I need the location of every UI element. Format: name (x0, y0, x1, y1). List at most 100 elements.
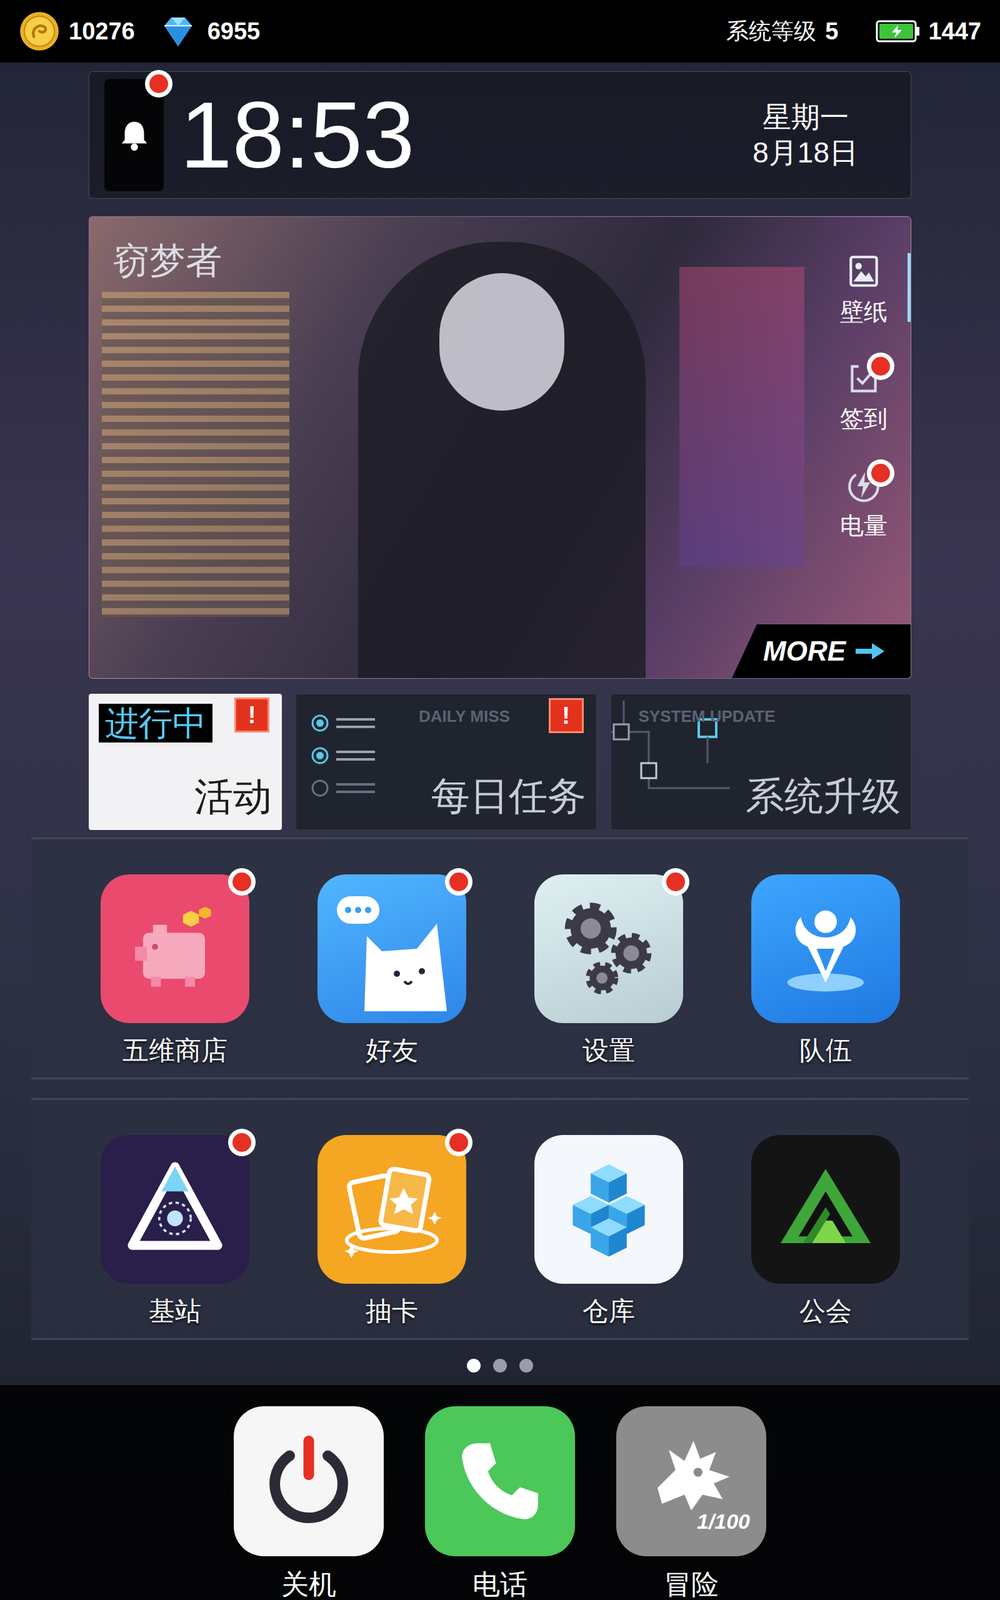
adventure-app-icon: 1/100 (616, 1406, 767, 1557)
notification-badge (228, 1128, 256, 1157)
notification-button[interactable] (104, 78, 164, 192)
gacha-icon (332, 1150, 452, 1269)
status-right: 系统等级5 1447 (726, 13, 982, 50)
settings-app-icon (534, 874, 684, 1024)
wallpaper-icon (844, 251, 884, 291)
badge-dot (232, 1133, 252, 1152)
neon-building (679, 266, 805, 567)
gacha-app-icon (317, 1135, 467, 1284)
shop-app[interactable]: 五维商店 (66, 874, 284, 1070)
guild-app[interactable]: 公会 (716, 1135, 934, 1331)
app-shelf: 基站 抽卡 仓库 公会 (31, 1098, 969, 1340)
tile-caption: SYSTEM UPDATE (621, 704, 776, 729)
app-shelves: 五维商店 好友 设置 队伍基站 抽卡 仓库 公会 (0, 837, 1000, 1340)
team-app[interactable]: 队伍 (716, 874, 934, 1070)
wallpaper-card[interactable]: 窃梦者壁纸签到电量 MORE (88, 216, 912, 679)
tile-label: 活动 (194, 773, 272, 820)
selected-indicator (907, 360, 911, 429)
wallpaper-title: 窃梦者 (113, 233, 222, 288)
page-dot[interactable] (466, 1358, 481, 1373)
dock: 关机 电话 1/100冒险 (0, 1385, 1000, 1600)
bell-icon (116, 116, 153, 154)
shop-icon (125, 898, 225, 999)
gacha-app[interactable]: 抽卡 (283, 1135, 500, 1331)
more-label: MORE (763, 630, 846, 672)
page-indicator (0, 1358, 1000, 1373)
upper-section: 18:53星期一8月18日窃梦者壁纸签到电量MORE进行中活动!DAILY MI… (0, 62, 1000, 830)
notification-badge (445, 868, 473, 896)
checkin-button[interactable]: 签到 (816, 355, 911, 441)
storage-app-icon (534, 1135, 684, 1284)
tile-label: 每日任务 (431, 773, 587, 820)
more-button[interactable]: MORE (731, 624, 911, 679)
coin-icon (18, 10, 60, 52)
notification-badge (866, 459, 895, 487)
dock-label: 关机 (281, 1563, 337, 1600)
friends-app-icon (317, 874, 467, 1024)
tile-label: 系统升级 (745, 773, 901, 820)
energy-button[interactable]: 电量 (816, 461, 911, 548)
energy-count: 1447 (928, 13, 982, 50)
app-label: 仓库 (582, 1291, 635, 1331)
storage-app[interactable]: 仓库 (500, 1135, 717, 1331)
app-label: 公会 (799, 1291, 852, 1331)
phone-app[interactable]: 电话 (425, 1406, 575, 1600)
app-label: 抽卡 (365, 1291, 419, 1331)
app-label: 队伍 (799, 1030, 852, 1070)
gem-count: 6955 (207, 13, 261, 50)
notification-badge (145, 70, 173, 98)
badge-dot (149, 74, 169, 94)
power-app[interactable]: 关机 (233, 1406, 384, 1600)
event-tile[interactable]: 进行中活动! (88, 693, 282, 830)
status-tag: 进行中 (98, 703, 213, 743)
app-label: 设置 (582, 1030, 635, 1070)
home-screen: 102766955系统等级5144718:53星期一8月18日窃梦者壁纸签到电量… (0, 0, 1000, 1600)
friends-app[interactable]: 好友 (283, 874, 500, 1070)
wallpaper-icon-wrap (844, 251, 884, 291)
page-dot[interactable] (519, 1358, 534, 1373)
tile-caption: DAILY MISS (306, 704, 510, 729)
guild-app-icon (751, 1135, 900, 1284)
settings-app[interactable]: 设置 (500, 874, 717, 1070)
badge-dot (449, 872, 469, 892)
base-app[interactable]: 基站 (66, 1135, 284, 1331)
level-label: 系统等级 (726, 14, 817, 49)
diamond-icon (157, 10, 199, 52)
power-app-icon (233, 1406, 384, 1557)
action-label: 壁纸 (840, 294, 888, 330)
tile-top: SYSTEM UPDATE (621, 704, 902, 742)
base-app-icon (100, 1135, 250, 1284)
adventure-app[interactable]: 1/100冒险 (616, 1406, 767, 1600)
weekday: 星期一 (762, 99, 849, 136)
storage-icon (552, 1153, 665, 1266)
team-icon (769, 892, 882, 1005)
wallpaper-image (89, 216, 911, 679)
guild-icon (769, 1153, 882, 1266)
daily-tile[interactable]: DAILY MISS每日任务! (295, 693, 597, 830)
notification-badge (228, 868, 256, 896)
notification-badge (866, 352, 895, 380)
energy-icon-wrap (844, 465, 884, 505)
app-label: 基站 (148, 1291, 202, 1331)
power-icon (255, 1428, 362, 1535)
wallpaper-button[interactable]: 壁纸 (816, 248, 911, 334)
badge-dot (871, 356, 890, 376)
friends-icon (329, 886, 455, 1012)
shop-app-icon (100, 874, 250, 1024)
battery-icon (875, 18, 921, 44)
currency-group: 102766955 (18, 10, 260, 52)
notification-badge (445, 1128, 473, 1157)
figure-hair (439, 273, 565, 411)
app-shelf: 五维商店 好友 设置 队伍 (31, 837, 969, 1080)
clock-time: 18:53 (180, 88, 415, 182)
action-label: 签到 (840, 401, 888, 437)
page-dot[interactable] (493, 1358, 507, 1373)
level-value: 5 (825, 13, 839, 50)
notification-badge (661, 868, 690, 896)
update-tile[interactable]: SYSTEM UPDATE 系统升级 (610, 693, 912, 830)
app-label: 好友 (365, 1030, 419, 1070)
status-bar: 102766955 系统等级5 1447 (0, 0, 1000, 63)
app-label: 五维商店 (122, 1030, 228, 1070)
alert-badge: ! (234, 697, 270, 733)
base-icon (118, 1153, 232, 1266)
